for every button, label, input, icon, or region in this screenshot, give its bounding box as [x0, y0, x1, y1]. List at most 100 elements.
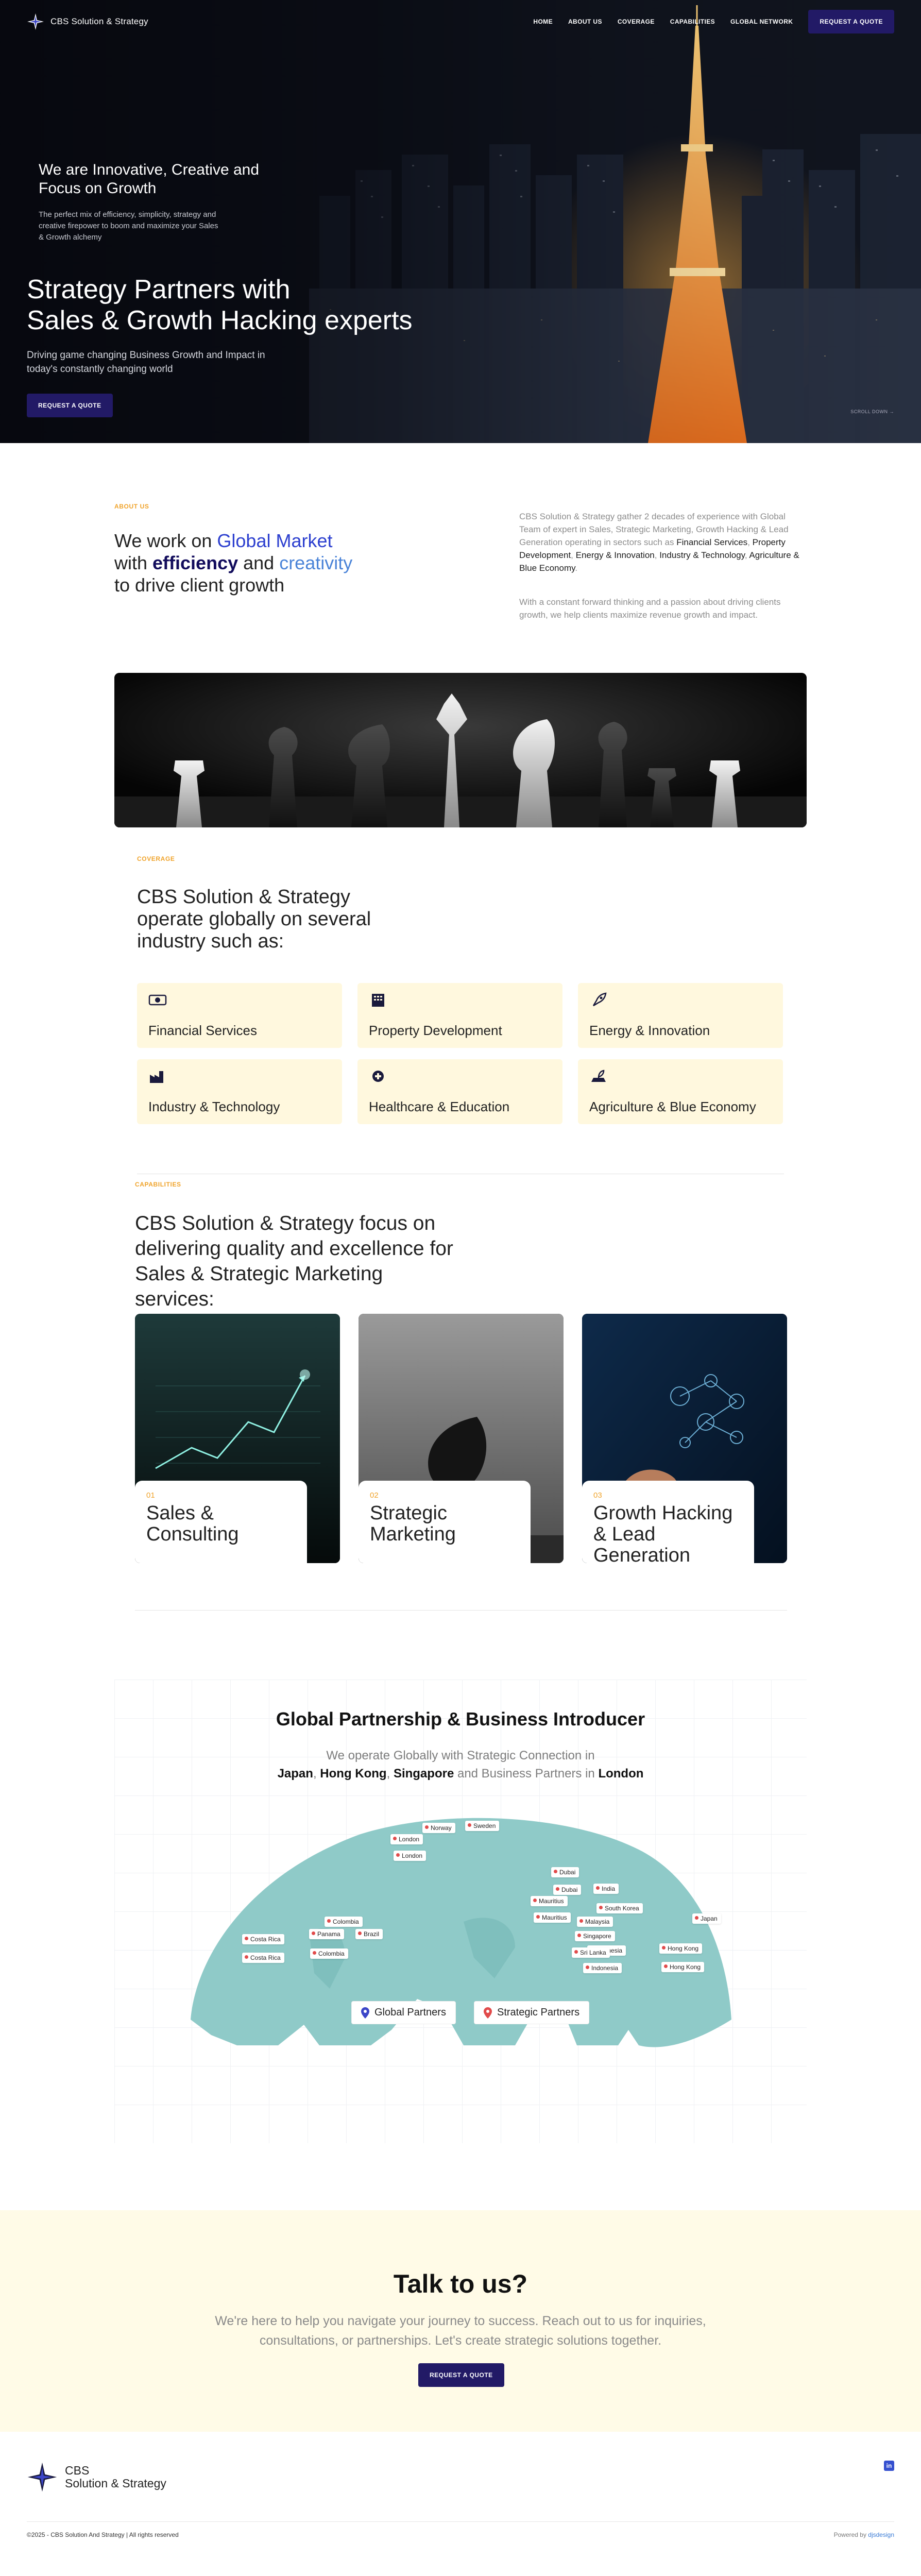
map-pin-malaysia[interactable]: Malaysia — [577, 1917, 613, 1927]
global-p-line1: We operate Globally with Strategic Conne… — [326, 1749, 595, 1762]
map-pin-mauritius-2[interactable]: Mauritius — [534, 1912, 571, 1923]
capability-title: Strategic Marketing — [370, 1502, 456, 1545]
hero-headline-line2: Sales & Growth Hacking experts — [27, 306, 413, 335]
map-pin-indonesia-2[interactable]: Indonesia — [583, 1963, 622, 1973]
map-pin-london[interactable]: London — [390, 1834, 423, 1844]
global-p-mid: and Business Partners in — [454, 1767, 599, 1781]
legend-global-label: Global Partners — [374, 2007, 446, 2018]
money-icon — [148, 994, 167, 1006]
powered-by-prefix: Powered by — [833, 2531, 868, 2538]
brand-logo[interactable]: CBS Solution & Strategy — [27, 13, 148, 30]
capability-title: Sales & Consulting — [146, 1502, 239, 1545]
about-paragraph-1: CBS Solution & Strategy gather 2 decades… — [519, 510, 808, 574]
industry-label: Energy & Innovation — [589, 1023, 710, 1038]
location-pin-red-icon — [484, 2007, 492, 2019]
industry-label: Financial Services — [148, 1023, 257, 1038]
industry-card-property-development[interactable]: Property Development — [357, 983, 562, 1048]
nav-capabilities[interactable]: CAPABILITIES — [670, 18, 715, 25]
global-heading: Global Partnership & Business Introducer — [276, 1708, 645, 1730]
healthcare-icon — [372, 1071, 384, 1082]
map-pin-brazil[interactable]: Brazil — [355, 1929, 383, 1939]
map-pin-panama[interactable]: Panama — [309, 1929, 344, 1939]
map-pin-japan[interactable]: Japan — [692, 1913, 721, 1924]
map-pin-singapore[interactable]: Singapore — [575, 1931, 615, 1941]
map-pin-colombia-2[interactable]: Colombia — [310, 1948, 348, 1959]
nav-coverage[interactable]: COVERAGE — [618, 18, 655, 25]
coverage-label: COVERAGE — [137, 855, 175, 862]
map-pin-costa-rica-2[interactable]: Costa Rica — [242, 1953, 284, 1963]
global-p-japan: Japan — [277, 1767, 313, 1781]
talk-paragraph: We're here to help you navigate your jou… — [0, 2311, 921, 2350]
legend-global-partners[interactable]: Global Partners — [351, 2001, 456, 2024]
industry-card-agriculture-blue-economy[interactable]: Agriculture & Blue Economy — [578, 1059, 783, 1124]
map-pin-hong-kong-2[interactable]: Hong Kong — [661, 1962, 705, 1972]
about-p1-g: , — [654, 550, 660, 560]
hero-kicker: We are Innovative, Creative and Focus on… — [39, 161, 260, 197]
top-navbar: CBS Solution & Strategy HOME ABOUT US CO… — [0, 0, 921, 43]
map-pin-dubai[interactable]: Dubai — [551, 1867, 579, 1877]
coverage-section: COVERAGE CBS Solution & Strategy operate… — [0, 680, 921, 1174]
map-pin-mauritius[interactable]: Mauritius — [531, 1896, 568, 1906]
location-pin-blue-icon — [361, 2007, 369, 2019]
industry-label: Healthcare & Education — [369, 1099, 510, 1114]
scroll-down-label[interactable]: SCROLL DOWN → — [850, 409, 894, 414]
talk-request-quote-button[interactable]: REQUEST A QUOTE — [418, 2363, 504, 2387]
map-pin-south-korea[interactable]: South Korea — [596, 1903, 643, 1913]
footer-logo[interactable]: CBS Solution & Strategy — [27, 2462, 166, 2493]
map-pin-norway[interactable]: Norway — [422, 1823, 455, 1833]
arrow-right-icon: → — [889, 409, 894, 414]
about-label: ABOUT US — [114, 503, 149, 510]
nav-links: HOME ABOUT US COVERAGE CAPABILITIES GLOB… — [533, 10, 894, 33]
global-p-singapore: Singapore — [393, 1767, 454, 1781]
about-h-text4: to drive client growth — [114, 574, 285, 596]
footer-brand-line1: CBS — [65, 2464, 90, 2477]
about-section: ABOUT US We work on Global Market with e… — [0, 443, 921, 680]
hero-headline: Strategy Partners with Sales & Growth Ha… — [27, 274, 490, 336]
industry-card-industry-technology[interactable]: Industry & Technology — [137, 1059, 342, 1124]
capability-card-sales-consulting[interactable]: 01 Sales & Consulting — [135, 1314, 340, 1563]
nav-global-network[interactable]: GLOBAL NETWORK — [730, 18, 793, 25]
map-pin-sri-lanka[interactable]: Sri Lanka — [572, 1947, 610, 1958]
map-pin-colombia[interactable]: Colombia — [325, 1917, 363, 1927]
map-pin-india[interactable]: India — [593, 1884, 619, 1894]
industry-card-financial-services[interactable]: Financial Services — [137, 983, 342, 1048]
capability-number: 03 — [593, 1491, 602, 1500]
map-pin-sweden[interactable]: Sweden — [465, 1821, 500, 1831]
capability-card-growth-hacking[interactable]: 03 Growth Hacking & Lead Generation — [582, 1314, 787, 1563]
footer: CBS Solution & Strategy in ©2025 - CBS S… — [0, 2432, 921, 2549]
powered-by-link[interactable]: djsdesign — [868, 2531, 894, 2538]
linkedin-icon[interactable]: in — [884, 2461, 894, 2471]
about-paragraph-2: With a constant forward thinking and a p… — [519, 597, 781, 620]
industry-label: Industry & Technology — [148, 1099, 280, 1114]
about-p1-k: . — [575, 563, 578, 573]
brand-name: CBS Solution & Strategy — [50, 16, 148, 26]
industry-card-healthcare-education[interactable]: Healthcare & Education — [357, 1059, 562, 1124]
capabilities-heading: CBS Solution & Strategy focus on deliver… — [135, 1212, 453, 1310]
global-paragraph: We operate Globally with Strategic Conne… — [0, 1747, 921, 1783]
nav-about-us[interactable]: ABOUT US — [568, 18, 602, 25]
map-pin-hong-kong[interactable]: Hong Kong — [659, 1943, 703, 1954]
about-p1-financial: Financial Services — [676, 537, 748, 547]
hero-request-quote-button[interactable]: REQUEST A QUOTE — [27, 394, 113, 417]
hero-headline-line1: Strategy Partners with — [27, 275, 291, 304]
map-pin-london-2[interactable]: London — [394, 1851, 427, 1861]
capability-card-strategic-marketing[interactable]: 02 Strategic Marketing — [359, 1314, 564, 1563]
about-p1-c: , — [747, 537, 753, 547]
hero-kicker-sub: The perfect mix of efficiency, simplicit… — [39, 210, 218, 242]
legend-strategic-partners[interactable]: Strategic Partners — [474, 2001, 590, 2024]
world-map: Norway Sweden London London Dubai India … — [175, 1803, 746, 2061]
compass-star-icon — [27, 13, 44, 30]
about-p1-e: , — [571, 550, 576, 560]
talk-heading: Talk to us? — [393, 2269, 528, 2298]
map-pin-costa-rica[interactable]: Costa Rica — [242, 1934, 284, 1944]
global-p-hong-kong: Hong Kong — [320, 1767, 387, 1781]
about-p1-industry: Industry & Technology — [659, 550, 745, 560]
about-heading: We work on Global Market with efficiency… — [114, 530, 362, 596]
about-h-text2: with — [114, 552, 153, 573]
nav-home[interactable]: HOME — [533, 18, 553, 25]
talk-p-line2: consultations, or partnerships. Let's cr… — [259, 2333, 662, 2348]
coverage-heading: CBS Solution & Strategy operate globally… — [137, 886, 371, 952]
nav-request-quote-button[interactable]: REQUEST A QUOTE — [808, 10, 894, 33]
industry-card-energy-innovation[interactable]: Energy & Innovation — [578, 983, 783, 1048]
map-pin-dubai-2[interactable]: Dubai — [553, 1885, 582, 1895]
